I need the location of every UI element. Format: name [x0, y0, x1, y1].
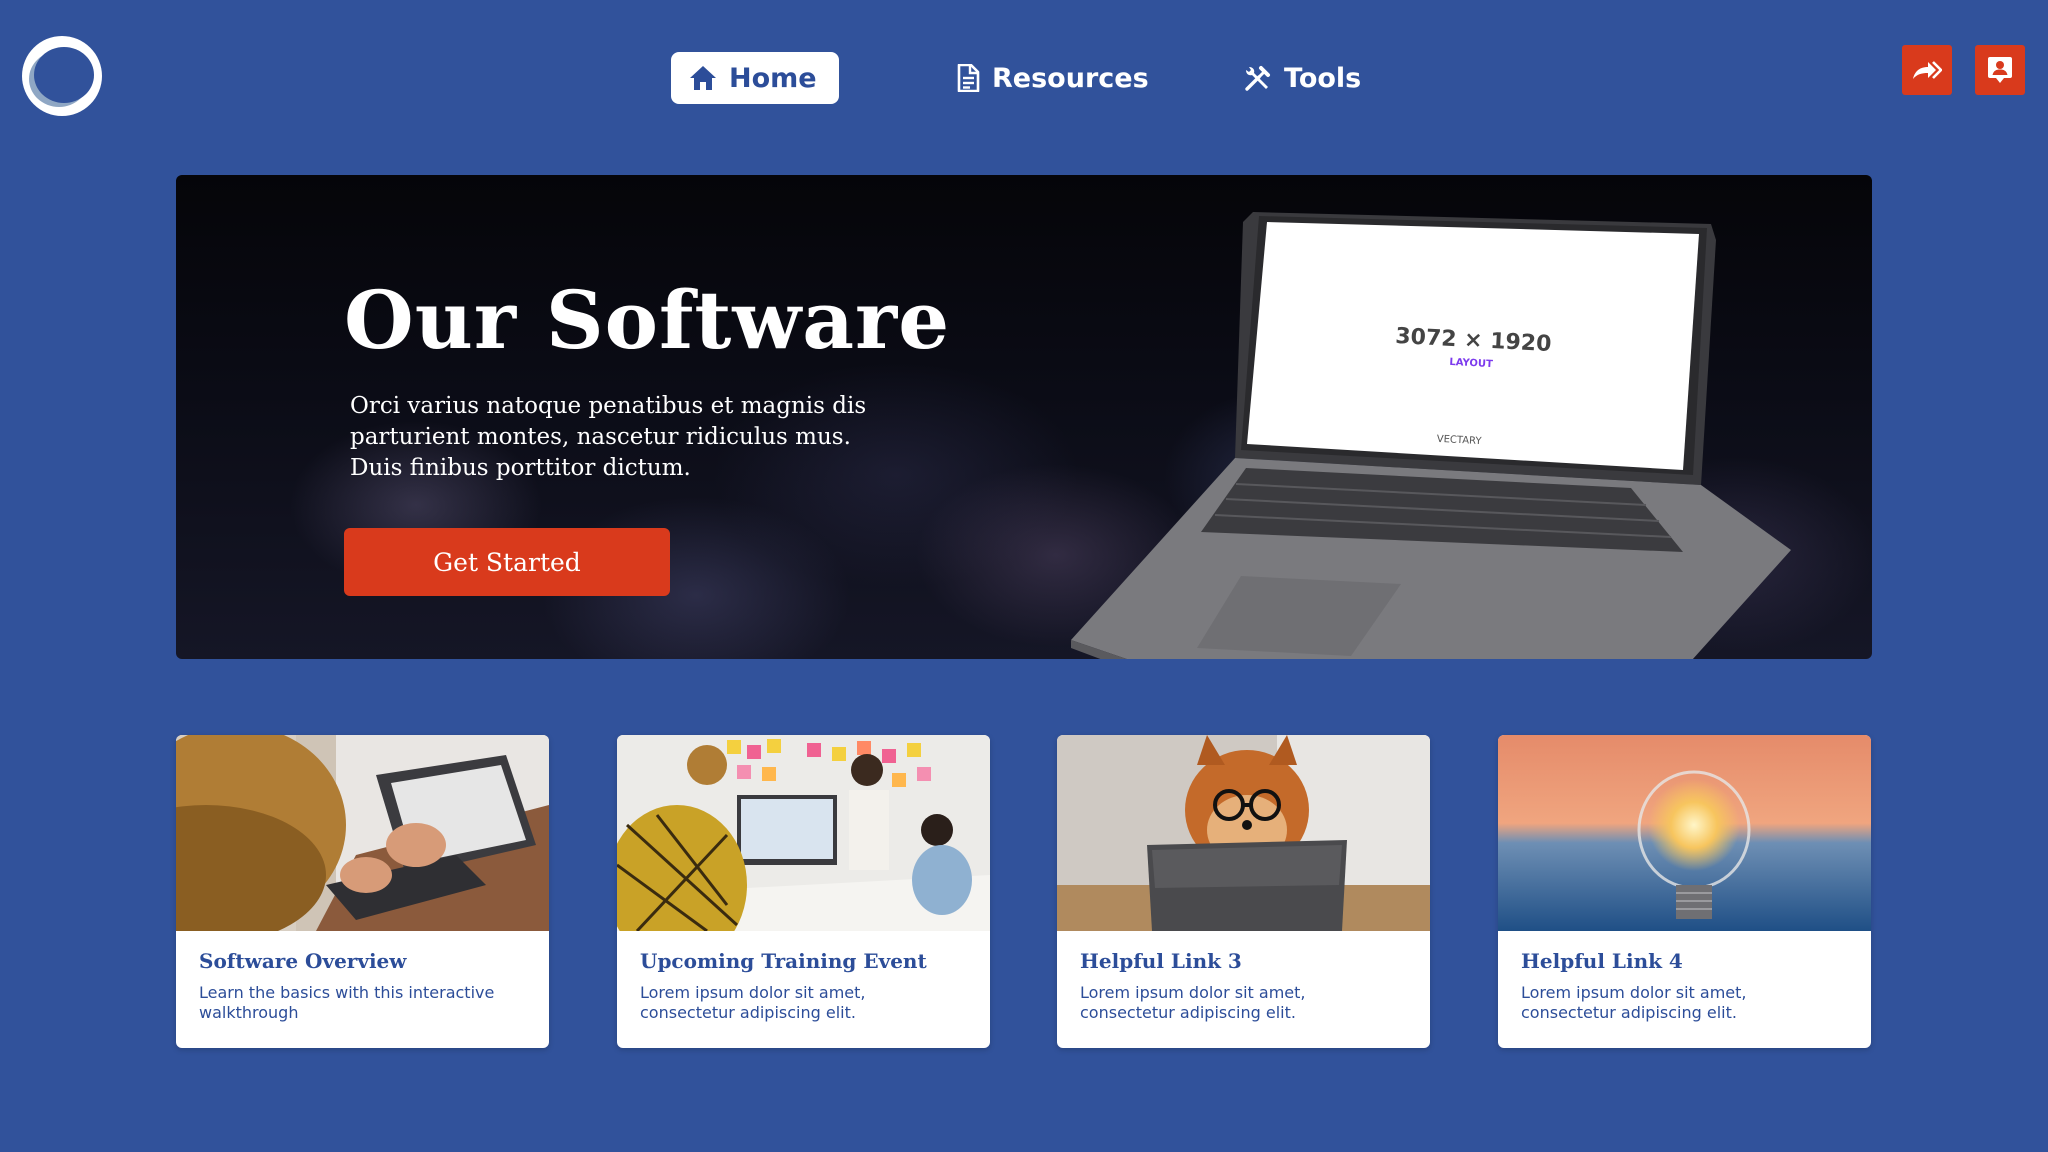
card-title: Software Overview [199, 949, 407, 973]
hero-banner: Our Software Orci varius natoque penatib… [176, 175, 1872, 659]
share-button[interactable] [1902, 45, 1952, 95]
laptop-screen-subtext: LAYOUT [1449, 357, 1493, 370]
card-image-person-typing [176, 735, 549, 931]
card-description: Learn the basics with this interactive w… [199, 983, 495, 1022]
card-title: Helpful Link 3 [1080, 949, 1242, 973]
card-description: Lorem ipsum dolor sit amet, consectetur … [1080, 983, 1306, 1022]
nav-tools[interactable]: Tools [1244, 52, 1361, 104]
card-image-lightbulb [1498, 735, 1871, 931]
card-upcoming-training-event[interactable]: Upcoming Training Event Lorem ipsum dolo… [617, 735, 990, 1048]
nav-tools-label: Tools [1284, 62, 1362, 94]
document-icon [957, 64, 980, 92]
contact-card-icon [1988, 57, 2012, 83]
card-title: Helpful Link 4 [1521, 949, 1683, 973]
share-forward-icon [1913, 61, 1942, 79]
card-image-dog-glasses [1057, 735, 1430, 931]
tools-icon [1245, 66, 1270, 91]
nav-resources-label: Resources [992, 62, 1149, 94]
nav-home-label: Home [729, 62, 817, 94]
card-title: Upcoming Training Event [640, 949, 927, 973]
nav-resources[interactable]: Resources [956, 52, 1149, 104]
card-software-overview[interactable]: Software Overview Learn the basics with … [176, 735, 549, 1048]
card-helpful-link-3[interactable]: Helpful Link 3 Lorem ipsum dolor sit ame… [1057, 735, 1430, 1048]
profile-button[interactable] [1975, 45, 2025, 95]
nav-home[interactable]: Home [671, 52, 839, 104]
hero-title: Our Software [344, 273, 951, 367]
home-icon [690, 66, 716, 90]
card-description: Lorem ipsum dolor sit amet, consectetur … [1521, 983, 1747, 1022]
card-description: Lorem ipsum dolor sit amet, consectetur … [640, 983, 866, 1022]
laptop-image: 3072 × 1920 LAYOUT VECTARY [1071, 212, 1791, 659]
card-image-team-meeting [617, 735, 990, 931]
get-started-button[interactable]: Get Started [344, 528, 670, 596]
main-nav: Home Resources Tools [0, 52, 2048, 104]
hero-description: Orci varius natoque penatibus et magnis … [350, 393, 867, 481]
card-helpful-link-4[interactable]: Helpful Link 4 Lorem ipsum dolor sit ame… [1498, 735, 1871, 1048]
